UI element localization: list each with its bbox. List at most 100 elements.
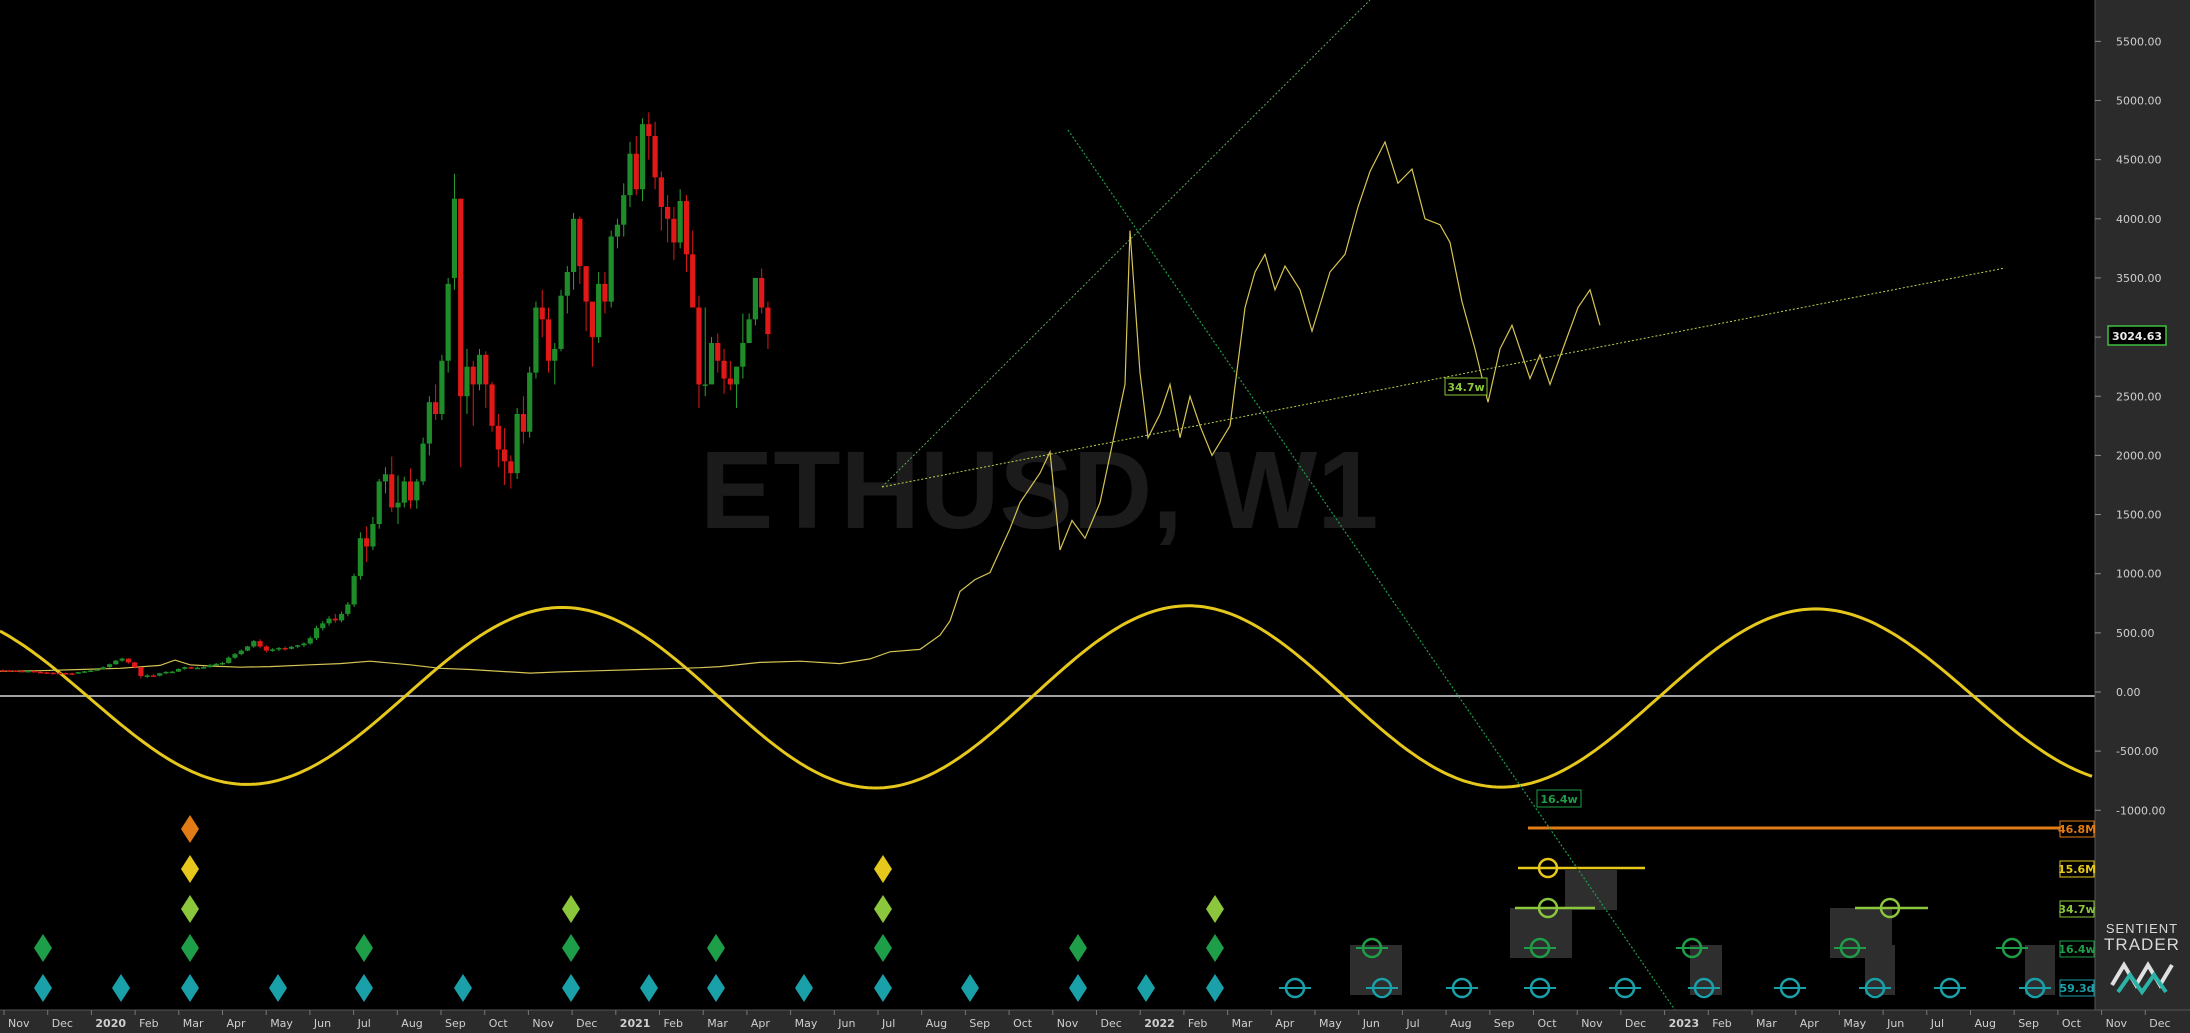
- cycle-tag-label: 15.6M: [2058, 863, 2096, 876]
- time-tick-label: Sep: [445, 1017, 466, 1030]
- cycle-diamond-15m: [181, 855, 199, 883]
- cycle-diamond-16w: [181, 934, 199, 962]
- candle-body: [621, 195, 627, 225]
- candle-body: [6, 670, 12, 672]
- candle-body: [658, 177, 664, 207]
- time-tick-label: Jun: [837, 1017, 855, 1030]
- price-tick-label: 5000.00: [2116, 95, 2162, 108]
- candle-body: [451, 198, 458, 278]
- cycle-diamond-59d: [34, 974, 52, 1002]
- cycle-tag-label: 16.4w: [2058, 943, 2095, 956]
- candle-body: [545, 319, 552, 361]
- projection-label: 34.7w: [1447, 381, 1484, 394]
- candle-body: [395, 502, 401, 508]
- candle-body: [113, 660, 119, 665]
- candle-body: [439, 360, 445, 414]
- candle-body: [257, 641, 263, 647]
- candle-body: [627, 153, 633, 196]
- candle-body: [282, 647, 288, 650]
- time-tick-label: Feb: [1188, 1017, 1207, 1030]
- candle-body: [577, 218, 583, 267]
- candle-body: [433, 402, 439, 414]
- price-tick-label: 4000.00: [2116, 213, 2162, 226]
- cycle-diamond-59d: [269, 974, 287, 1002]
- cycle-diamond-16w: [1206, 934, 1224, 962]
- candles: [0, 112, 771, 679]
- candle-body: [414, 481, 420, 501]
- time-tick-label: Oct: [1013, 1017, 1033, 1030]
- price-tick-label: 5500.00: [2116, 35, 2162, 48]
- candle-body: [194, 667, 200, 670]
- candle-body: [759, 277, 765, 308]
- cycle-diamond-59d: [181, 974, 199, 1002]
- phasing-bands: [1350, 826, 2095, 995]
- candle-body: [100, 667, 106, 670]
- candle-body: [132, 662, 138, 668]
- candle-body: [175, 668, 182, 672]
- cycle-diamond-34w: [874, 895, 892, 923]
- price-tick-label: 4500.00: [2116, 154, 2162, 167]
- time-tick-label: Apr: [227, 1017, 247, 1030]
- candle-body: [696, 307, 702, 385]
- candle-body: [520, 413, 527, 432]
- candle-body: [445, 283, 451, 361]
- price-tick-label: 1500.00: [2116, 509, 2162, 522]
- candle-body: [106, 664, 113, 668]
- time-tick-label: Aug: [926, 1017, 947, 1030]
- candle-body: [382, 474, 389, 482]
- time-tick-label: Nov: [2106, 1017, 2128, 1030]
- time-tick-label: Dec: [576, 1017, 597, 1030]
- time-tick-label: Aug: [401, 1017, 422, 1030]
- candle-body: [119, 658, 125, 661]
- time-tick-label: Jun: [1886, 1017, 1904, 1030]
- candle-body: [144, 675, 150, 677]
- time-tick-label: Sep: [1494, 1017, 1515, 1030]
- phasing-band: [1510, 908, 1572, 958]
- composite-cycle-line: [0, 604, 2093, 790]
- candle-body: [558, 295, 564, 349]
- cycle-diamond-59d: [454, 974, 472, 1002]
- candle-body: [75, 672, 81, 674]
- candle-body: [733, 366, 740, 385]
- time-tick-label: Apr: [751, 1017, 771, 1030]
- time-tick-label: Dec: [1625, 1017, 1646, 1030]
- price-tick-label: 2000.00: [2116, 449, 2162, 462]
- time-tick-label: Mar: [183, 1017, 204, 1030]
- price-tick-label: 1000.00: [2116, 568, 2162, 581]
- time-tick-label: May: [1843, 1017, 1866, 1030]
- cycle-diamond-59d: [1137, 974, 1155, 1002]
- candle-body: [752, 277, 758, 320]
- price-tick-label: 3500.00: [2116, 272, 2162, 285]
- candle-body: [539, 307, 545, 320]
- cycle-diamond-59d: [961, 974, 979, 1002]
- cycle-diamond-46m: [181, 815, 199, 843]
- time-tick-label: 2022: [1144, 1017, 1175, 1030]
- candle-body: [708, 343, 715, 385]
- candle-body: [533, 307, 539, 373]
- candle-body: [163, 671, 169, 674]
- candle-body: [407, 481, 414, 501]
- candle-body: [307, 638, 313, 644]
- symbol-watermark: ETHUSD, W1: [700, 429, 1378, 552]
- cycle-diamond-16w: [34, 934, 52, 962]
- time-tick-label: Oct: [1538, 1017, 1558, 1030]
- time-tick-label: May: [1319, 1017, 1342, 1030]
- projection-line: [0, 140, 1601, 674]
- time-tick-label: Nov: [532, 1017, 554, 1030]
- candle-body: [690, 254, 696, 308]
- time-tick-label: Aug: [1975, 1017, 1996, 1030]
- candle-body: [31, 670, 37, 673]
- candle-body: [357, 538, 363, 577]
- chart-area: ETHUSD, W1 34.7w 16.4w 5500.00 5000.00 450…: [0, 0, 2190, 1033]
- phasing-band: [1565, 870, 1617, 910]
- candle-body: [219, 663, 226, 665]
- logo-line2: TRADER: [2104, 935, 2180, 954]
- candle-body: [338, 613, 345, 621]
- candle-body: [765, 307, 771, 335]
- time-tick-label: Feb: [1712, 1017, 1731, 1030]
- time-tick-label: Nov: [1581, 1017, 1603, 1030]
- candle-body: [351, 576, 357, 605]
- price-axis: 5500.005000.004500.004000.003500.003000.…: [2058, 0, 2190, 1033]
- candle-body: [270, 649, 276, 651]
- candle-body: [715, 343, 721, 361]
